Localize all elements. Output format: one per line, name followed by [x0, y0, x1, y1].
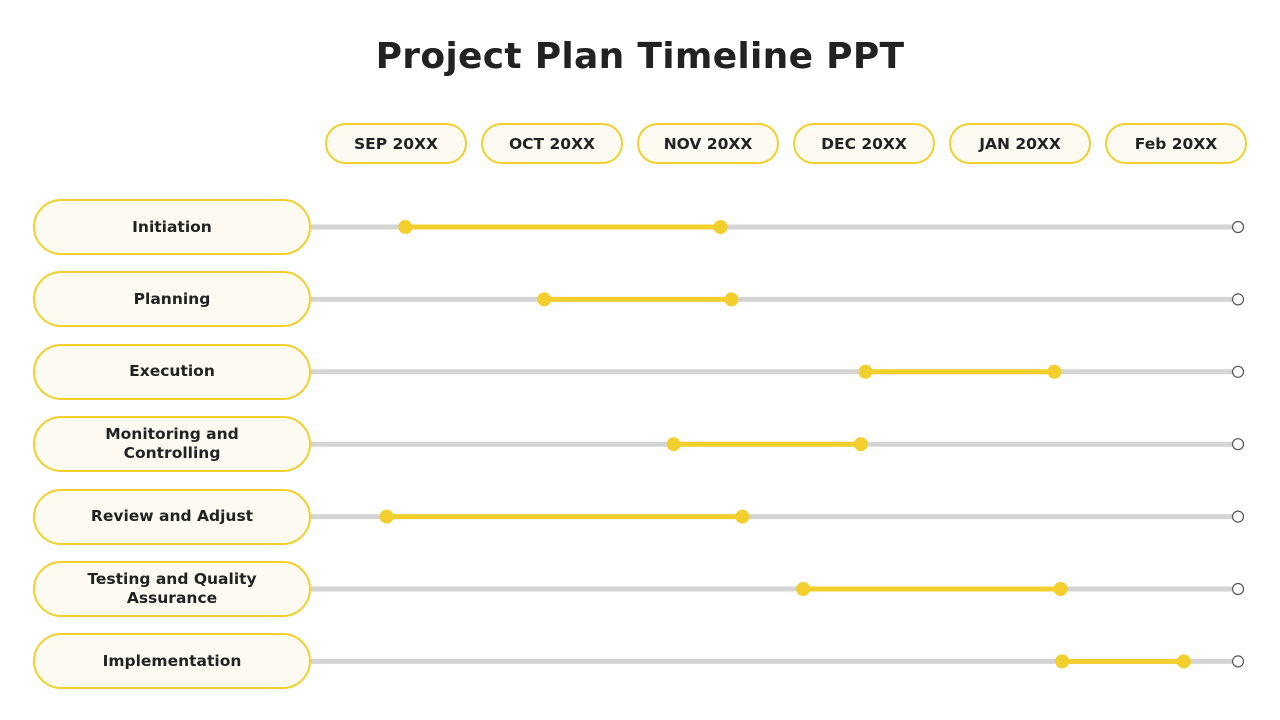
task-end-dot: [1053, 582, 1068, 596]
track-end-marker: [1231, 365, 1245, 378]
task-label-text: Testing and Quality Assurance: [87, 570, 257, 607]
task-end-dot: [1047, 364, 1062, 379]
track-end-marker: [1231, 293, 1245, 306]
task-end-dot: [724, 292, 739, 307]
track-end-marker: [1231, 582, 1245, 596]
track-end-marker: [1231, 510, 1245, 523]
track-end-marker: [1231, 438, 1245, 451]
task-label: Initiation: [33, 199, 311, 255]
track-end-marker: [1231, 655, 1245, 668]
task-start-dot: [398, 220, 413, 234]
track-end-marker: [1231, 220, 1245, 234]
task-start-dot: [537, 292, 552, 307]
task-label: Planning: [33, 271, 311, 328]
task-start-dot: [1055, 654, 1070, 669]
task-label-text: Implementation: [102, 651, 242, 670]
task-start-dot: [379, 509, 394, 524]
task-start-dot: [858, 364, 873, 379]
task-label-text: Planning: [133, 289, 211, 308]
task-end-dot: [735, 509, 750, 524]
task-label: Implementation: [33, 633, 311, 690]
task-label-text: Monitoring and Controlling: [105, 425, 239, 463]
task-label: Review and Adjust: [33, 488, 311, 545]
task-label: Testing and Quality Assurance: [33, 561, 311, 617]
task-label-text: Review and Adjust: [90, 507, 254, 526]
task-start-dot: [796, 582, 811, 596]
task-label-text: Initiation: [132, 217, 212, 236]
task-label: Execution: [33, 343, 311, 400]
task-start-dot: [666, 437, 681, 452]
task-end-dot: [713, 220, 728, 234]
task-label-text: Execution: [129, 362, 215, 381]
task-end-dot: [853, 437, 868, 452]
task-label: Monitoring and Controlling: [33, 416, 311, 473]
task-end-dot: [1176, 654, 1191, 669]
